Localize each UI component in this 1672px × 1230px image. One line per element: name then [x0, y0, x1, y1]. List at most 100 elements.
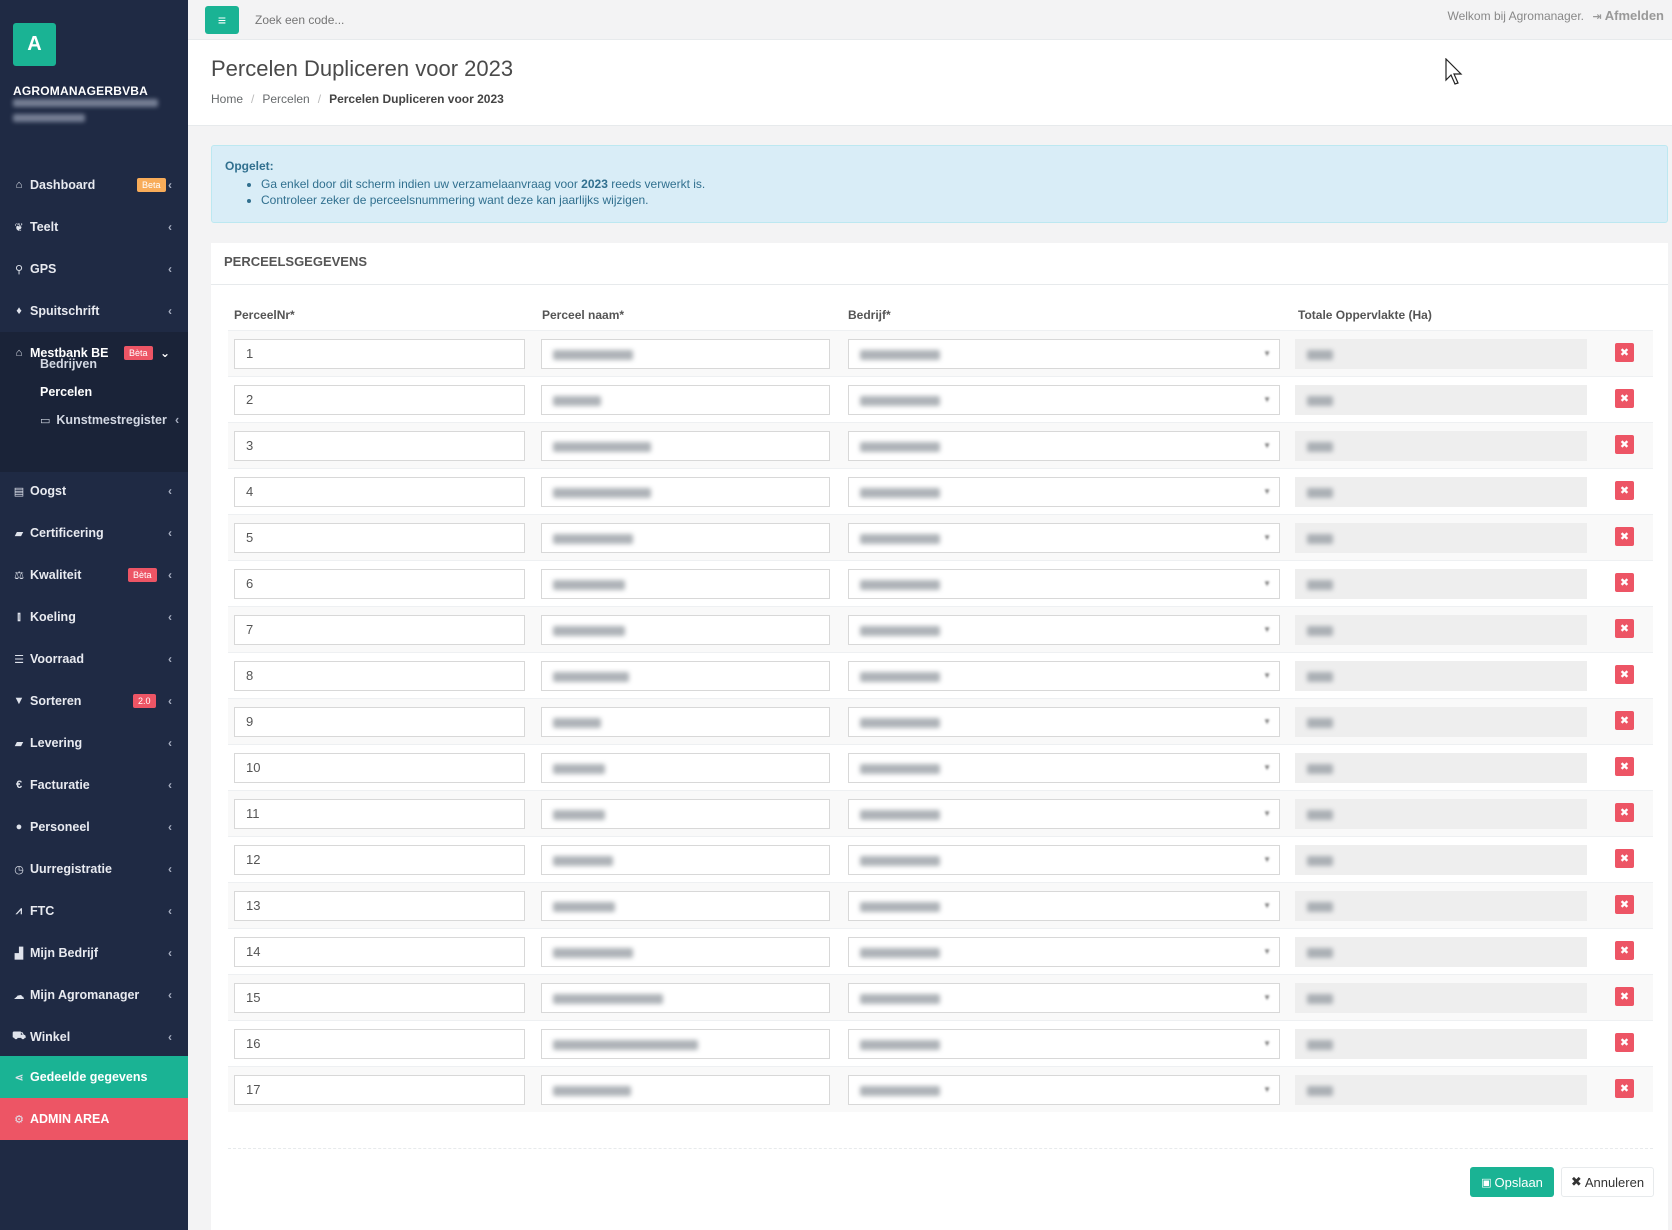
- search-input[interactable]: [255, 13, 555, 27]
- sidebar-item-dashboard[interactable]: ⌂ Dashboard Beta ‹: [0, 164, 188, 206]
- submenu-percelen[interactable]: Percelen: [40, 385, 92, 399]
- sidebar-item-personeel[interactable]: ● Personeel ‹: [0, 806, 188, 848]
- sidebar-item-gedeelde-gegevens[interactable]: ⋖ Gedeelde gegevens: [0, 1056, 188, 1098]
- perceel-naam-input[interactable]: [541, 339, 830, 369]
- perceel-naam-input[interactable]: [541, 385, 830, 415]
- perceel-naam-input[interactable]: [541, 569, 830, 599]
- perceel-naam-input[interactable]: [541, 661, 830, 691]
- menu-toggle-button[interactable]: ≡: [205, 6, 239, 34]
- sidebar-item-certificering[interactable]: ▰ Certificering ‹: [0, 512, 188, 554]
- submenu-bedrijven[interactable]: Bedrijven: [40, 357, 97, 371]
- delete-row-button[interactable]: ✖: [1615, 987, 1634, 1006]
- bedrijf-select[interactable]: ▼: [848, 661, 1280, 691]
- bedrijf-select[interactable]: ▼: [848, 431, 1280, 461]
- bedrijf-select[interactable]: ▼: [848, 937, 1280, 967]
- sidebar-item-teelt[interactable]: ❦ Teelt ‹: [0, 206, 188, 248]
- bedrijf-select[interactable]: ▼: [848, 385, 1280, 415]
- perceelnr-input[interactable]: 17: [234, 1075, 525, 1105]
- bedrijf-select[interactable]: ▼: [848, 477, 1280, 507]
- save-button[interactable]: ▣ Opslaan: [1470, 1167, 1554, 1197]
- sidebar-item-oogst[interactable]: ▤ Oogst ‹: [0, 470, 188, 512]
- perceel-naam-input[interactable]: [541, 431, 830, 461]
- perceelnr-input[interactable]: 9: [234, 707, 525, 737]
- sidebar-item-gps[interactable]: ⚲ GPS ‹: [0, 248, 188, 290]
- perceel-naam-input[interactable]: [541, 1029, 830, 1059]
- perceel-naam-input[interactable]: [541, 891, 830, 921]
- perceelnr-input[interactable]: 4: [234, 477, 525, 507]
- breadcrumb-percelen[interactable]: Percelen: [262, 92, 309, 106]
- sidebar-item-levering[interactable]: ▰ Levering ‹: [0, 722, 188, 764]
- delete-row-button[interactable]: ✖: [1615, 481, 1634, 500]
- delete-row-button[interactable]: ✖: [1615, 435, 1634, 454]
- cancel-button[interactable]: ✖ Annuleren: [1561, 1167, 1654, 1197]
- delete-row-button[interactable]: ✖: [1615, 849, 1634, 868]
- delete-row-button[interactable]: ✖: [1615, 1033, 1634, 1052]
- perceelnr-input[interactable]: 15: [234, 983, 525, 1013]
- delete-row-button[interactable]: ✖: [1615, 389, 1634, 408]
- perceelnr-input[interactable]: 5: [234, 523, 525, 553]
- delete-row-button[interactable]: ✖: [1615, 711, 1634, 730]
- bedrijf-select[interactable]: ▼: [848, 799, 1280, 829]
- delete-row-button[interactable]: ✖: [1615, 619, 1634, 638]
- sidebar-item-koeling[interactable]: ⫾ Koeling ‹: [0, 596, 188, 638]
- sidebar-item-spuitschrift[interactable]: ♦ Spuitschrift ‹: [0, 290, 188, 332]
- delete-row-button[interactable]: ✖: [1615, 665, 1634, 684]
- bedrijf-select[interactable]: ▼: [848, 1029, 1280, 1059]
- delete-row-button[interactable]: ✖: [1615, 895, 1634, 914]
- delete-row-button[interactable]: ✖: [1615, 527, 1634, 546]
- delete-row-button[interactable]: ✖: [1615, 941, 1634, 960]
- perceel-naam-input[interactable]: [541, 937, 830, 967]
- bedrijf-select[interactable]: ▼: [848, 845, 1280, 875]
- logout-link[interactable]: ⇥ Afmelden: [1592, 8, 1664, 23]
- sidebar-item-mijn-bedrijf[interactable]: ▟ Mijn Bedrijf ‹: [0, 932, 188, 974]
- perceelnr-input[interactable]: 14: [234, 937, 525, 967]
- perceelnr-input[interactable]: 2: [234, 385, 525, 415]
- perceel-naam-input[interactable]: [541, 477, 830, 507]
- bedrijf-select[interactable]: ▼: [848, 523, 1280, 553]
- perceelnr-input[interactable]: 1: [234, 339, 525, 369]
- perceelnr-input[interactable]: 8: [234, 661, 525, 691]
- perceelnr-input[interactable]: 11: [234, 799, 525, 829]
- perceelnr-input[interactable]: 13: [234, 891, 525, 921]
- submenu-kunstmestregister[interactable]: ▭ Kunstmestregister ‹: [40, 413, 179, 427]
- perceel-naam-input[interactable]: [541, 845, 830, 875]
- perceel-naam-input[interactable]: [541, 983, 830, 1013]
- sidebar-item-winkel[interactable]: ⛟ Winkel ‹: [0, 1016, 188, 1058]
- sidebar-item-voorraad[interactable]: ☰ Voorraad ‹: [0, 638, 188, 680]
- sidebar-item-ftc[interactable]: ⩘ FTC ‹: [0, 890, 188, 932]
- sidebar-item-mijn-agromanager[interactable]: ☁ Mijn Agromanager ‹: [0, 974, 188, 1016]
- perceel-naam-input[interactable]: [541, 1075, 830, 1105]
- perceel-naam-input[interactable]: [541, 753, 830, 783]
- perceelnr-input[interactable]: 12: [234, 845, 525, 875]
- delete-row-button[interactable]: ✖: [1615, 573, 1634, 592]
- perceel-naam-input[interactable]: [541, 707, 830, 737]
- close-icon: ✖: [1619, 899, 1630, 911]
- bedrijf-select[interactable]: ▼: [848, 753, 1280, 783]
- delete-row-button[interactable]: ✖: [1615, 1079, 1634, 1098]
- app-logo[interactable]: A: [13, 23, 56, 66]
- bedrijf-select[interactable]: ▼: [848, 983, 1280, 1013]
- perceelnr-input[interactable]: 6: [234, 569, 525, 599]
- delete-row-button[interactable]: ✖: [1615, 803, 1634, 822]
- breadcrumb-home[interactable]: Home: [211, 92, 243, 106]
- perceelnr-input[interactable]: 7: [234, 615, 525, 645]
- perceelnr-input[interactable]: 10: [234, 753, 525, 783]
- sidebar-item-kwaliteit[interactable]: ⚖ Kwaliteit Bèta ‹: [0, 554, 188, 596]
- bedrijf-select[interactable]: ▼: [848, 615, 1280, 645]
- bedrijf-select[interactable]: ▼: [848, 891, 1280, 921]
- sidebar-item-facturatie[interactable]: € Facturatie ‹: [0, 764, 188, 806]
- bedrijf-select[interactable]: ▼: [848, 339, 1280, 369]
- perceel-naam-input[interactable]: [541, 523, 830, 553]
- delete-row-button[interactable]: ✖: [1615, 757, 1634, 776]
- sidebar-item-sorteren[interactable]: ▼ Sorteren 2.0 ‹: [0, 680, 188, 722]
- delete-row-button[interactable]: ✖: [1615, 343, 1634, 362]
- perceelnr-input[interactable]: 3: [234, 431, 525, 461]
- sidebar-item-admin-area[interactable]: ⚙ ADMIN AREA: [0, 1098, 188, 1140]
- bedrijf-select[interactable]: ▼: [848, 1075, 1280, 1105]
- perceelnr-input[interactable]: 16: [234, 1029, 525, 1059]
- bedrijf-select[interactable]: ▼: [848, 707, 1280, 737]
- perceel-naam-input[interactable]: [541, 615, 830, 645]
- bedrijf-select[interactable]: ▼: [848, 569, 1280, 599]
- perceel-naam-input[interactable]: [541, 799, 830, 829]
- sidebar-item-uurregistratie[interactable]: ◷ Uurregistratie ‹: [0, 848, 188, 890]
